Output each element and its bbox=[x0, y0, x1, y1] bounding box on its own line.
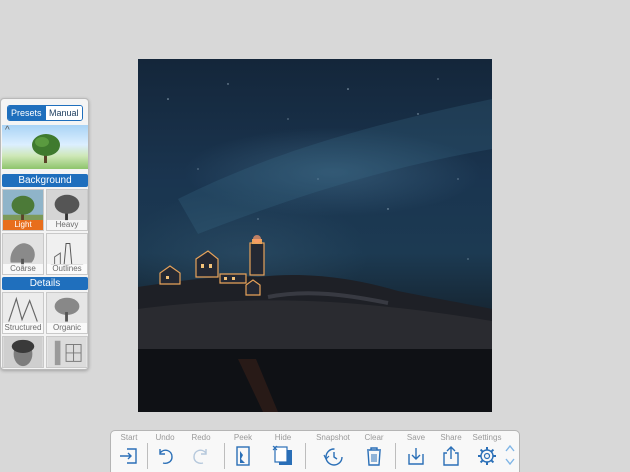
preset-label: Heavy bbox=[47, 220, 87, 230]
start-button[interactable]: Start bbox=[111, 433, 147, 472]
background-section-header: Background bbox=[2, 174, 88, 187]
face-icon bbox=[3, 337, 43, 367]
chevron-up-icon[interactable]: ^ bbox=[5, 125, 10, 136]
clear-label: Clear bbox=[364, 433, 384, 442]
undo-button[interactable]: Undo bbox=[147, 433, 183, 472]
manual-tab[interactable]: Manual bbox=[44, 106, 82, 120]
preset-preview[interactable]: ^ bbox=[2, 125, 88, 169]
preset-structured[interactable]: Structured bbox=[2, 292, 44, 334]
peek-icon bbox=[236, 446, 250, 466]
share-button[interactable]: Share bbox=[433, 433, 469, 472]
preset-heavy[interactable]: Heavy bbox=[46, 189, 88, 231]
preset-label: Coarse bbox=[3, 264, 43, 274]
share-icon bbox=[443, 446, 459, 466]
painting-canvas[interactable] bbox=[138, 59, 492, 412]
undo-label: Undo bbox=[155, 433, 175, 442]
preset-label: Structured bbox=[3, 323, 43, 333]
toolbar-scroll-arrows[interactable] bbox=[504, 441, 516, 469]
gear-icon bbox=[478, 447, 496, 465]
peek-button[interactable]: Peek bbox=[225, 433, 261, 472]
import-icon bbox=[120, 448, 137, 464]
grid-sketch-icon bbox=[47, 337, 87, 367]
snapshot-history-icon bbox=[323, 448, 343, 466]
style-panel: Presets Manual ^ Background Light Heavy bbox=[0, 98, 89, 370]
share-label: Share bbox=[440, 433, 462, 442]
start-label: Start bbox=[120, 433, 138, 442]
download-icon bbox=[408, 448, 424, 465]
clear-button[interactable]: Clear bbox=[356, 433, 392, 472]
preset-coarse[interactable]: Coarse bbox=[2, 233, 44, 275]
undo-icon bbox=[159, 449, 173, 464]
preset-portrait[interactable] bbox=[2, 336, 44, 368]
preset-light[interactable]: Light bbox=[2, 189, 44, 231]
settings-button[interactable]: Settings bbox=[467, 433, 507, 472]
preset-pattern[interactable] bbox=[46, 336, 88, 368]
peek-label: Peek bbox=[233, 433, 253, 442]
redo-button[interactable]: Redo bbox=[183, 433, 219, 472]
hide-label: Hide bbox=[274, 433, 292, 442]
redo-icon bbox=[193, 449, 207, 464]
preset-organic[interactable]: Organic bbox=[46, 292, 88, 334]
lighthouse-painting bbox=[138, 78, 492, 412]
preset-label: Light bbox=[3, 220, 43, 230]
redo-label: Redo bbox=[191, 433, 211, 442]
details-section-header: Details bbox=[2, 277, 88, 290]
preset-label: Organic bbox=[47, 323, 87, 333]
preset-label: Outlines bbox=[47, 264, 87, 274]
bottom-toolbar: Start Undo Redo Peek Hide Snapshot Clear… bbox=[110, 430, 520, 472]
hide-icon bbox=[272, 445, 292, 465]
save-button[interactable]: Save bbox=[398, 433, 434, 472]
hide-button[interactable]: Hide bbox=[265, 433, 301, 472]
preset-outlines[interactable]: Outlines bbox=[46, 233, 88, 275]
save-label: Save bbox=[406, 433, 426, 442]
presets-tab[interactable]: Presets bbox=[8, 106, 45, 120]
chevron-up-down-icon bbox=[505, 444, 515, 466]
preset-manual-toggle: Presets Manual bbox=[7, 105, 83, 121]
tree-icon bbox=[32, 134, 60, 163]
settings-label: Settings bbox=[472, 433, 502, 442]
snapshot-label: Snapshot bbox=[316, 433, 350, 442]
trash-icon bbox=[367, 447, 381, 466]
snapshot-button[interactable]: Snapshot bbox=[313, 433, 353, 472]
